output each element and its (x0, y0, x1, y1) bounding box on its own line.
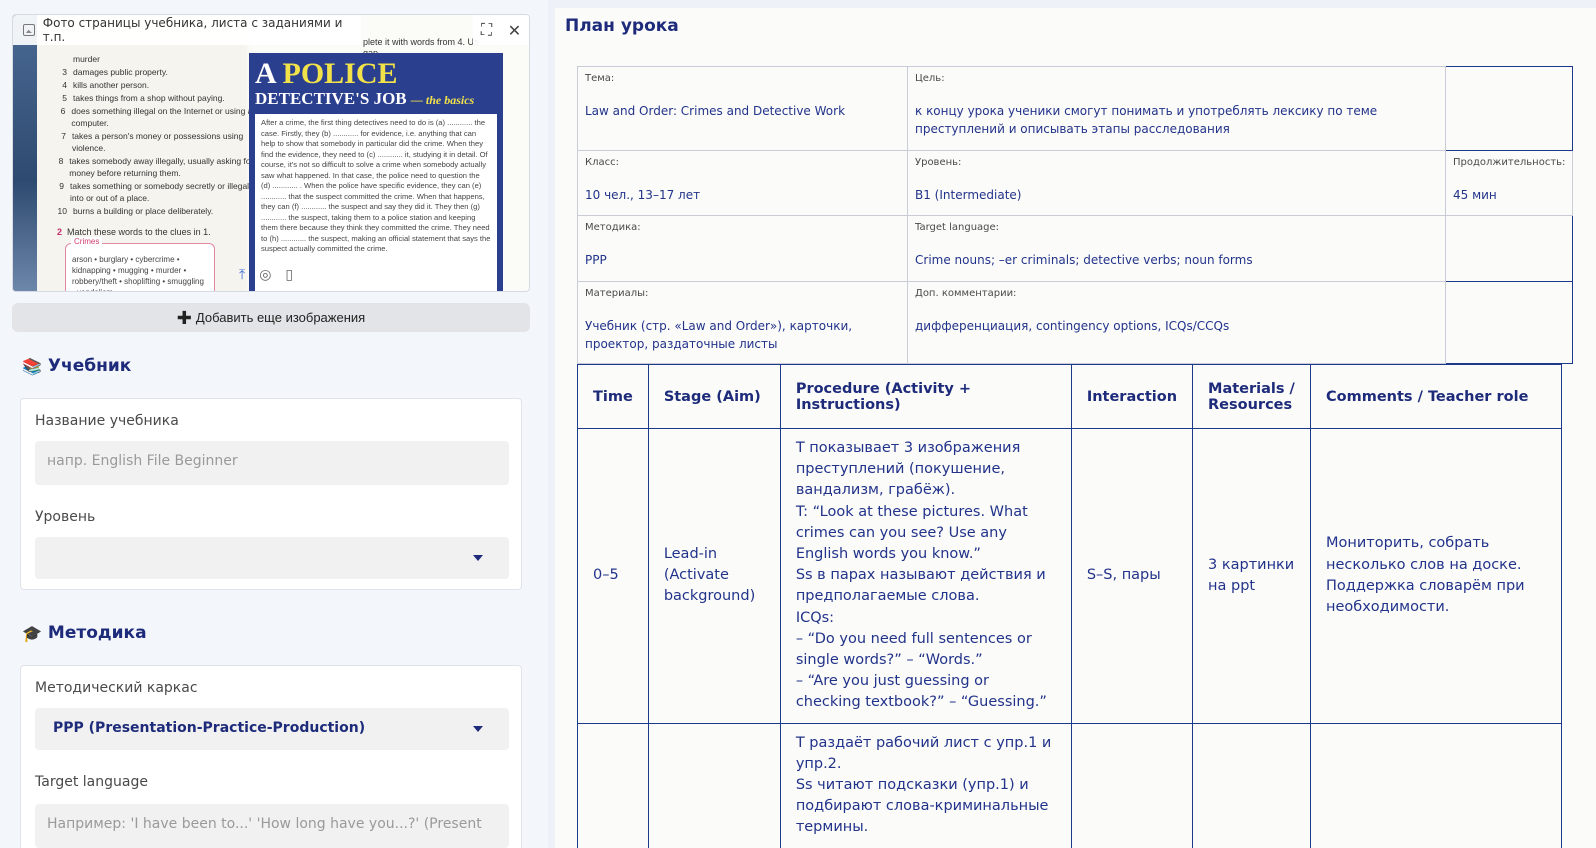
fullscreen-icon[interactable]: ⛶ (481, 20, 492, 40)
cell-interaction (1070, 722, 1194, 848)
col-procedure: Procedure (Activity + Instructions) (779, 364, 1072, 429)
cell-comments: Мониторить, собрать несколько слов на до… (1310, 428, 1563, 724)
clue-item: 8 takes somebody away illegally, usually … (58, 156, 254, 178)
left-panel: plete it with words from 4. Us gap. murd… (0, 0, 548, 848)
meta-comments: Доп. комментарии: дифференциация, conting… (907, 281, 1446, 364)
clue-item: murder (73, 54, 100, 64)
meta-blank (1444, 66, 1574, 151)
meta-level: Уровень: B1 (Intermediate) (907, 150, 1446, 216)
cell-time: 0–5 (577, 428, 649, 724)
col-time: Time (577, 364, 649, 429)
col-comments: Comments / Teacher role (1310, 364, 1563, 429)
chevron-down-icon (473, 555, 483, 561)
meta-topic: Тема: Law and Order: Crimes and Detective… (577, 66, 908, 151)
col-stage: Stage (Aim) (647, 364, 781, 429)
upload-icon[interactable]: ⤒ (239, 267, 245, 283)
cell-stage: Lead-in (Activate background) (647, 428, 781, 724)
method-section-title: 🎓 Методика (22, 623, 147, 643)
meta-aim: Цель: к концу урока ученики смогут понима… (907, 66, 1446, 151)
framework-select[interactable]: PPP (Presentation-Practice-Production) (35, 708, 509, 750)
chevron-down-icon (473, 726, 483, 732)
textbook-section: Название учебника напр. English File Beg… (20, 398, 522, 590)
table-row: Т раздаёт рабочий лист с упр.1 и упр.2. … (577, 722, 1563, 848)
cell-interaction: S–S, пары (1070, 428, 1194, 724)
meta-blank (1444, 281, 1574, 364)
police-article-text: After a crime, the first thing detective… (255, 114, 497, 291)
col-materials: Materials / Resources (1192, 364, 1312, 429)
meta-materials: Материалы: Учебник (стр. «Law and Order»)… (577, 281, 908, 364)
textbook-name-input[interactable]: напр. English File Beginner (35, 441, 509, 485)
crimes-word-box: arson • burglary • cybercrime • kidnappi… (65, 243, 215, 291)
textbook-clue-list: murder 3 damages public property. 4 kills an… (57, 53, 257, 218)
cell-stage (647, 722, 781, 848)
police-subtitle: DETECTIVE'S JOB — the basics (255, 89, 475, 108)
plan-title: План урока (565, 16, 679, 36)
clue-item: 10 burns a building or place deliberately… (57, 206, 214, 216)
add-images-button[interactable]: ✚ Добавить еще изображения (12, 303, 530, 332)
textbook-name-label: Название учебника (35, 413, 179, 429)
table-header-row: Time Stage (Aim) Procedure (Activity + I… (577, 364, 1563, 429)
crimes-tag: Crimes (71, 237, 103, 246)
clue-item: 6 does something illegal on the Internet … (60, 106, 253, 128)
clue-item: 9 takes something or somebody secretly or… (59, 181, 256, 203)
target-language-input[interactable]: Например: 'I have been to...' 'How long … (35, 804, 509, 848)
cell-materials (1192, 722, 1312, 848)
image-icon (23, 24, 35, 36)
cell-procedure: Т показывает 3 изображения преступлений … (779, 428, 1072, 724)
camera-icon[interactable]: ◎ (259, 267, 271, 283)
target-language-label: Target language (35, 774, 148, 790)
table-row: 0–5 Lead-in (Activate background) Т пока… (577, 428, 1563, 724)
framework-label: Методический каркас (35, 680, 198, 696)
textbook-section-title: 📚 Учебник (22, 356, 132, 376)
meta-duration: Продолжительность: 45 мин (1444, 150, 1574, 216)
cell-comments (1310, 722, 1563, 848)
lesson-stages-table: Time Stage (Aim) Procedure (Activity + I… (577, 364, 1563, 848)
match-heading: 2 Match these words to the clues in 1. (57, 227, 211, 237)
col-interaction: Interaction (1070, 364, 1194, 429)
level-select[interactable] (35, 537, 509, 579)
clue-item: 3 damages public property. (62, 67, 168, 77)
meta-target: Target language: Crime nouns; –er crimina… (907, 215, 1446, 282)
books-icon: 📚 (22, 356, 42, 376)
lesson-meta-table: Тема: Law and Order: Crimes and Detective… (577, 66, 1574, 364)
image-toolbar: ⤒ ◎ ▯ (239, 267, 293, 283)
uploaded-image-card[interactable]: plete it with words from 4. Us gap. murd… (12, 14, 530, 292)
clue-item: 7 takes a person's money or possessions u… (61, 131, 244, 153)
photo-background (13, 15, 37, 291)
graduation-cap-icon: 🎓 (22, 623, 42, 643)
lesson-plan-panel: План урока Тема: Law and Order: Crimes an… (555, 8, 1596, 848)
police-article: A POLICE DETECTIVE'S JOB — the basics Af… (249, 53, 503, 291)
level-label: Уровень (35, 509, 96, 525)
meta-blank (1444, 215, 1574, 282)
method-section: Методический каркас PPP (Presentation-Pr… (20, 665, 522, 848)
image-controls: ⛶ ✕ (473, 15, 529, 45)
meta-method: Методика: PPP (577, 215, 908, 282)
plus-icon: ✚ (176, 307, 192, 328)
image-caption-text: Фото страницы учебника, листа с заданиям… (42, 16, 343, 44)
meta-class: Класс: 10 чел., 13–17 лет (577, 150, 908, 216)
close-icon[interactable]: ✕ (508, 21, 521, 40)
clue-item: 4 kills another person. (62, 80, 150, 90)
clue-item: 5 takes things from a shop without paying… (62, 93, 225, 103)
cell-materials: 3 картинки на ppt (1192, 428, 1312, 724)
cell-procedure: Т раздаёт рабочий лист с упр.1 и упр.2. … (779, 722, 1072, 848)
cell-time (577, 722, 649, 848)
police-title: A POLICE (255, 57, 398, 90)
image-caption: Фото страницы учебника, листа с заданиям… (13, 15, 361, 45)
clipboard-icon[interactable]: ▯ (285, 267, 293, 283)
